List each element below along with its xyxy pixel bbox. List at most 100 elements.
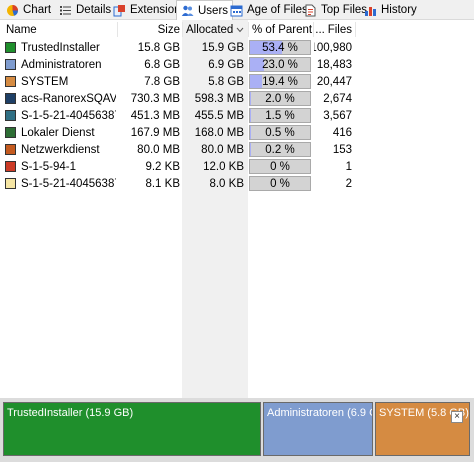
user-color-swatch — [5, 76, 16, 87]
tab-history-label: History — [381, 4, 417, 16]
history-bar-chart-icon — [365, 6, 376, 16]
row-allocated: 168.0 MB — [194, 126, 244, 139]
percent-bar: 19.4 % — [249, 74, 311, 89]
percent-bar-label: 0.2 % — [265, 143, 295, 156]
users-icon — [181, 5, 194, 16]
tab-users[interactable]: Users — [176, 0, 234, 21]
sort-descending-icon — [236, 27, 244, 32]
column-header-percent[interactable]: % of Parent ... — [252, 20, 325, 39]
row-name: Netzwerkdienst — [21, 143, 100, 156]
tab-details-label: Details — [76, 4, 112, 16]
row-size: 451.3 MB — [130, 109, 180, 122]
tab-history[interactable]: History — [360, 0, 421, 20]
tab-chart-label: Chart — [23, 4, 52, 16]
percent-bar-label: 53.4 % — [262, 41, 298, 54]
row-files: 153 — [332, 143, 352, 156]
percent-bar-label: 19.4 % — [262, 75, 298, 88]
column-header-size-label: Size — [157, 23, 180, 36]
user-color-swatch — [5, 161, 16, 172]
percent-bar: 0.2 % — [249, 142, 311, 157]
users-table: Name Size Allocated % of Parent ... File… — [0, 20, 474, 398]
percent-bar: 0.5 % — [249, 125, 311, 140]
row-allocated: 8.0 KB — [209, 177, 244, 190]
treemap-tile-label: Administratoren (6.9 GB) — [267, 407, 372, 419]
column-header-name-label: Name — [6, 23, 37, 36]
row-files: 416 — [332, 126, 352, 139]
percent-bar: 0 % — [249, 159, 311, 174]
table-row[interactable]: TrustedInstaller 15.8 GB 15.9 GB 53.4 % 100,… — [0, 39, 356, 56]
row-name: acs-RanorexSQAVMs — [21, 92, 116, 105]
row-size: 9.2 KB — [145, 160, 180, 173]
row-size: 6.8 GB — [144, 58, 180, 71]
table-row[interactable]: acs-RanorexSQAVMs 730.3 MB 598.3 MB 2.0 % 2,… — [0, 90, 356, 107]
row-name: SYSTEM — [21, 75, 69, 88]
column-header-name[interactable]: Name — [6, 20, 116, 39]
row-files: 18,483 — [316, 58, 352, 71]
percent-bar-label: 23.0 % — [262, 58, 298, 71]
table-row[interactable]: SYSTEM 7.8 GB 5.8 GB 19.4 % 20,447 — [0, 73, 356, 90]
row-allocated: 6.9 GB — [208, 58, 244, 71]
percent-bar: 0 % — [249, 176, 311, 191]
row-allocated: 15.9 GB — [201, 41, 244, 54]
percent-bar-label: 1.5 % — [265, 109, 295, 122]
row-files: 2,674 — [323, 92, 352, 105]
row-name: TrustedInstaller — [21, 41, 100, 54]
pie-chart-icon — [7, 4, 19, 16]
row-name: Administratoren — [21, 58, 102, 71]
column-divider[interactable] — [355, 22, 356, 37]
percent-bar-label: 0 % — [270, 160, 290, 173]
percent-bar-label: 2.0 % — [265, 92, 295, 105]
column-header-allocated[interactable]: Allocated — [186, 20, 248, 39]
user-color-swatch — [5, 178, 16, 189]
tab-chart[interactable]: Chart — [2, 0, 55, 20]
row-allocated: 12.0 KB — [203, 160, 244, 173]
table-row[interactable]: Netzwerkdienst 80.0 MB 80.0 MB 0.2 % 153 — [0, 141, 356, 158]
row-allocated: 80.0 MB — [201, 143, 244, 156]
row-size: 730.3 MB — [130, 92, 180, 105]
calendar-icon — [230, 5, 243, 16]
row-allocated: 598.3 MB — [194, 92, 244, 105]
user-color-swatch — [5, 93, 16, 104]
treemap: TrustedInstaller (15.9 GB) Administrator… — [0, 398, 474, 462]
table-row[interactable]: S-1-5-21-4045638709... 8.1 KB 8.0 KB 0 % 2 — [0, 175, 356, 192]
row-files: 100,980 — [314, 41, 352, 54]
extensions-icon — [113, 4, 125, 16]
row-size: 167.9 MB — [130, 126, 180, 139]
column-header-allocated-label: Allocated — [186, 23, 234, 36]
column-divider[interactable] — [248, 22, 249, 37]
row-size: 8.1 KB — [145, 177, 180, 190]
column-header-files-label: Files — [327, 23, 352, 36]
row-name: Lokaler Dienst — [21, 126, 95, 139]
table-row[interactable]: Administratoren 6.8 GB 6.9 GB 23.0 % 18,483 — [0, 56, 356, 73]
user-color-swatch — [5, 59, 16, 70]
column-header-files[interactable]: Files — [314, 20, 352, 39]
column-divider[interactable] — [182, 22, 183, 37]
tab-users-label: Users — [198, 4, 229, 17]
row-files: 2 — [345, 177, 352, 190]
row-name: S-1-5-94-1 — [21, 160, 76, 173]
table-row[interactable]: S-1-5-94-1 9.2 KB 12.0 KB 0 % 1 — [0, 158, 356, 175]
row-allocated: 5.8 GB — [208, 75, 244, 88]
tab-bar: Chart Details Extensions Users Age of Fi… — [0, 0, 474, 21]
percent-bar-label: 0 % — [270, 177, 290, 190]
percent-bar: 1.5 % — [249, 108, 311, 123]
row-files: 20,447 — [316, 75, 352, 88]
row-allocated: 455.5 MB — [194, 109, 244, 122]
row-size: 7.8 GB — [144, 75, 180, 88]
details-list-icon — [60, 5, 71, 15]
treemap-tile[interactable]: Administratoren (6.9 GB) — [263, 402, 373, 456]
row-name: S-1-5-21-4045638709... — [21, 109, 116, 122]
percent-bar: 2.0 % — [249, 91, 311, 106]
column-header-size[interactable]: Size — [118, 20, 180, 39]
treemap-tile[interactable]: SYSTEM (5.8 GB) × — [375, 402, 470, 456]
tab-details[interactable]: Details — [55, 0, 115, 20]
user-color-swatch — [5, 127, 16, 138]
user-color-swatch — [5, 110, 16, 121]
treemap-tile[interactable]: TrustedInstaller (15.9 GB) — [3, 402, 261, 456]
table-row[interactable]: S-1-5-21-4045638709... 451.3 MB 455.5 MB 1.… — [0, 107, 356, 124]
close-icon[interactable]: × — [451, 411, 463, 423]
row-files: 3,567 — [323, 109, 352, 122]
table-row[interactable]: Lokaler Dienst 167.9 MB 168.0 MB 0.5 % 416 — [0, 124, 356, 141]
tab-age-of-files[interactable]: Age of Files — [226, 0, 312, 20]
tab-age-of-files-label: Age of Files — [247, 4, 308, 16]
